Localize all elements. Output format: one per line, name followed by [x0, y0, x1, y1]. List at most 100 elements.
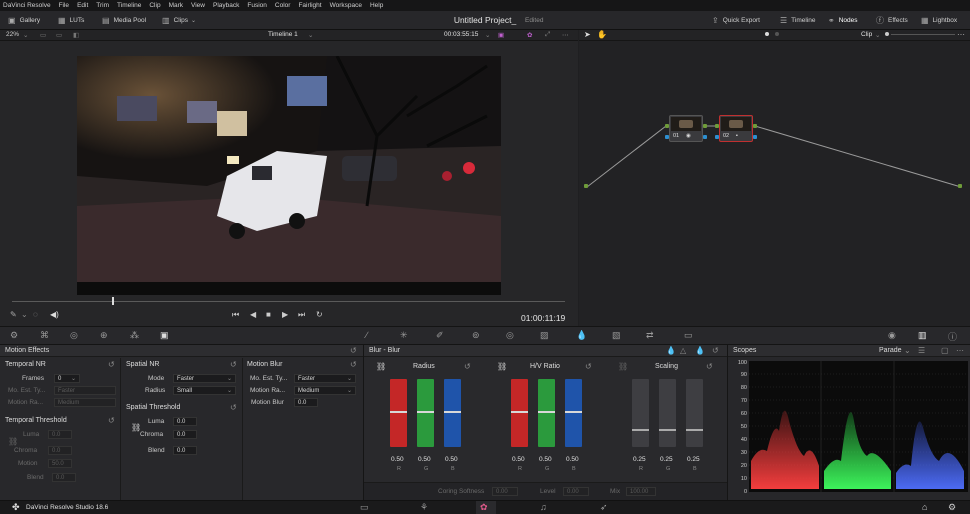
split-icon[interactable]: ▭: [56, 31, 62, 39]
sharpen-mode-icon[interactable]: △: [680, 346, 686, 355]
radius-b-value[interactable]: 0.50: [445, 456, 458, 463]
link-icon[interactable]: ⛓: [376, 362, 386, 371]
fairlight-page-icon[interactable]: ♫: [540, 502, 547, 512]
info-icon[interactable]: ⓘ: [948, 330, 957, 343]
highlight-icon[interactable]: ✿: [527, 31, 532, 39]
mo-est-type-select[interactable]: Faster: [54, 386, 116, 395]
play-icon[interactable]: ▶: [282, 310, 288, 319]
more-icon[interactable]: ⋯: [957, 30, 965, 39]
clips-button[interactable]: ▥ Clips ⌄: [156, 11, 206, 30]
scaling-g-slider[interactable]: [659, 379, 676, 447]
hv-g-slider[interactable]: [538, 379, 555, 447]
link-icon[interactable]: ⛓: [8, 437, 18, 446]
scaling-r-slider[interactable]: [632, 379, 649, 447]
chevron-down-icon[interactable]: ⌄: [485, 31, 490, 39]
chevron-down-icon[interactable]: ⌄: [308, 31, 313, 39]
node-key-input-dot[interactable]: [715, 135, 719, 139]
skip-forward-icon[interactable]: ⏭: [298, 310, 305, 320]
media-page-icon[interactable]: ▭: [360, 502, 369, 513]
scaling-b-slider[interactable]: [686, 379, 703, 447]
pointer-icon[interactable]: ➤: [584, 30, 591, 39]
pen-icon[interactable]: ✎: [10, 310, 17, 319]
node-output-dot[interactable]: [703, 124, 707, 128]
qualifier-icon[interactable]: ✐: [436, 330, 444, 341]
zoom-slider[interactable]: [891, 34, 955, 35]
radius-g-value[interactable]: 0.50: [418, 456, 431, 463]
more-icon[interactable]: ⋯: [956, 346, 964, 355]
menu-help[interactable]: Help: [370, 2, 383, 9]
reset-icon[interactable]: ↺: [108, 416, 115, 425]
reset-icon[interactable]: ↺: [712, 346, 719, 355]
tt-motion-field[interactable]: 50.0: [48, 459, 72, 468]
st-blend-field[interactable]: 0.0: [173, 446, 197, 455]
node-key-output-dot[interactable]: [703, 135, 707, 139]
color-match-icon[interactable]: ⌘: [40, 330, 49, 341]
edit-page-icon[interactable]: ⚘: [420, 502, 428, 513]
node-graph[interactable]: 01 ◉ 02 ▪: [579, 41, 970, 326]
zoom-select[interactable]: 22%: [6, 31, 19, 38]
fullscreen-icon[interactable]: ⤢: [545, 31, 550, 39]
clip-mode-icon[interactable]: ▣: [498, 31, 504, 39]
menu-timeline[interactable]: Timeline: [117, 2, 141, 9]
tt-luma-field[interactable]: 0.0: [48, 430, 72, 439]
menu-edit[interactable]: Edit: [77, 2, 88, 9]
tracker-icon[interactable]: ◎: [506, 330, 514, 341]
mode-select[interactable]: Faster ⌄: [173, 374, 236, 383]
mb-motion-range-select[interactable]: Medium ⌄: [294, 386, 356, 395]
camera-raw-icon[interactable]: ⚙: [10, 330, 18, 341]
settings-icon[interactable]: ☰: [918, 346, 925, 355]
hv-r-slider[interactable]: [511, 379, 528, 447]
play-reverse-icon[interactable]: ◀: [250, 310, 256, 319]
node-01[interactable]: 01 ◉: [669, 115, 703, 142]
hdr-icon[interactable]: ▣: [160, 330, 169, 341]
motion-range-select[interactable]: Medium: [54, 398, 116, 407]
mb-mo-est-select[interactable]: Faster ⌄: [294, 374, 356, 383]
mix-field[interactable]: 100.00: [626, 487, 656, 496]
volume-icon[interactable]: ◀): [50, 310, 59, 319]
glasses-icon[interactable]: ◌: [33, 310, 38, 319]
radius-r-slider[interactable]: [390, 379, 407, 447]
media-pool-button[interactable]: ▤ Media Pool: [96, 11, 152, 30]
node-input-dot[interactable]: [715, 124, 719, 128]
3d-icon[interactable]: ▭: [684, 330, 693, 341]
node-mode-select[interactable]: Clip: [861, 31, 872, 38]
radius-g-slider[interactable]: [417, 379, 434, 447]
radius-select[interactable]: Small ⌄: [173, 386, 236, 395]
more-icon[interactable]: ⋯: [562, 31, 569, 39]
st-chroma-field[interactable]: 0.0: [173, 430, 197, 439]
reset-icon[interactable]: ↺: [464, 362, 471, 371]
zoom-slider-knob[interactable]: [885, 32, 889, 36]
layout-icon[interactable]: ▭: [40, 31, 46, 39]
menu-workspace[interactable]: Workspace: [330, 2, 362, 9]
nodes-button[interactable]: ⚭ Nodes: [822, 11, 864, 30]
curves-icon[interactable]: ∕: [366, 330, 368, 340]
node-key-input-dot[interactable]: [665, 135, 669, 139]
stop-icon[interactable]: ■: [266, 310, 271, 319]
key-icon[interactable]: ▧: [612, 330, 621, 341]
menu-color[interactable]: Color: [275, 2, 291, 9]
reset-icon[interactable]: ↺: [350, 360, 357, 369]
reset-icon[interactable]: ↺: [585, 362, 592, 371]
menu-clip[interactable]: Clip: [149, 2, 160, 9]
eye-icon[interactable]: ◉: [888, 330, 896, 341]
color-page-icon[interactable]: ✿: [480, 502, 488, 513]
expand-icon[interactable]: ▢: [941, 346, 949, 355]
menu-playback[interactable]: Playback: [213, 2, 239, 9]
hv-g-value[interactable]: 0.50: [539, 456, 552, 463]
hv-r-value[interactable]: 0.50: [512, 456, 525, 463]
chevron-down-icon[interactable]: ⌄: [21, 310, 28, 319]
mist-mode-icon[interactable]: 💧: [695, 346, 705, 355]
menu-trim[interactable]: Trim: [96, 2, 109, 9]
skip-back-icon[interactable]: ⏮: [232, 310, 239, 320]
menu-view[interactable]: View: [191, 2, 205, 9]
reset-icon[interactable]: ↺: [350, 346, 357, 355]
motion-effects-icon[interactable]: ⁂: [130, 330, 139, 341]
page-dot[interactable]: [775, 32, 779, 36]
menu-fairlight[interactable]: Fairlight: [298, 2, 321, 9]
hv-b-slider[interactable]: [565, 379, 582, 447]
link-icon[interactable]: ⛓: [497, 362, 507, 371]
chevron-down-icon[interactable]: ⌄: [904, 346, 911, 355]
home-icon[interactable]: ⌂: [922, 502, 927, 512]
sizing-icon[interactable]: ⇄: [646, 330, 654, 341]
coring-softness-field[interactable]: 0.00: [492, 487, 518, 496]
